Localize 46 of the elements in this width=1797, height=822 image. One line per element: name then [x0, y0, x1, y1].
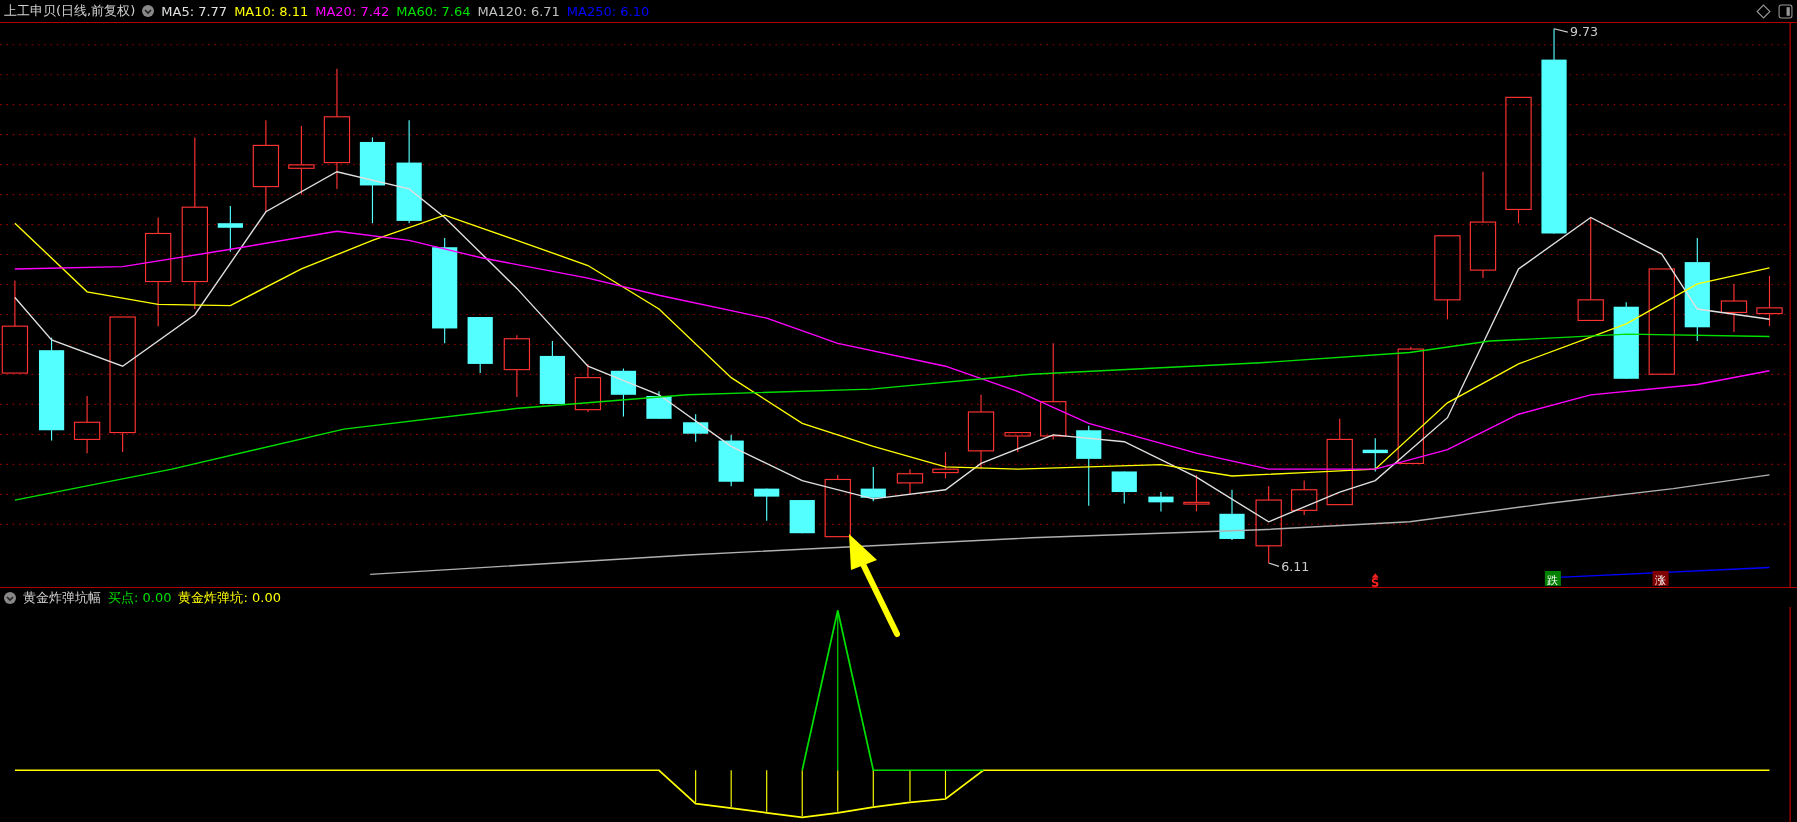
indicator-value: MA20: 7.42	[315, 3, 390, 19]
candlestick	[860, 466, 886, 502]
candlestick	[1004, 432, 1031, 453]
indicator-value: MA120: 6.71	[477, 3, 560, 19]
candlestick	[683, 413, 709, 443]
candlestick	[1291, 480, 1318, 516]
candlestick	[896, 468, 924, 495]
candlestick	[932, 451, 959, 479]
candlestick	[718, 434, 744, 487]
candlestick	[1148, 491, 1174, 513]
candlestick	[73, 395, 101, 454]
candlestick	[288, 125, 315, 196]
indicator-value: 买点: 0.00	[108, 588, 172, 607]
candlestick	[503, 334, 531, 398]
candlestick	[1111, 470, 1137, 505]
candlestick	[574, 363, 602, 413]
indicator-value: MA60: 7.64	[396, 3, 471, 19]
chart-title: 上工申贝(日线,前复权)	[4, 2, 136, 20]
panel-toggle-icon[interactable]	[1778, 3, 1793, 19]
candlestick	[646, 390, 672, 420]
candlestick	[1219, 489, 1245, 541]
leader-line	[1553, 28, 1569, 33]
indicator-value: 黄金炸弹坑: 0.00	[178, 588, 281, 607]
candlestick	[539, 340, 565, 405]
fall-signal-badge: 跌	[1544, 571, 1561, 587]
collapse-icon[interactable]	[142, 5, 155, 17]
candlestick	[610, 367, 637, 418]
diamond-icon[interactable]	[1756, 3, 1771, 19]
rise-signal-badge: 涨	[1652, 571, 1669, 587]
high-price-label: 9.73	[1570, 23, 1599, 39]
candlestick	[217, 205, 243, 253]
candlestick	[1756, 275, 1783, 327]
leader-line	[1268, 562, 1280, 567]
candlestick	[789, 499, 815, 534]
candlestick	[1720, 283, 1748, 333]
indicator-value: MA10: 8.11	[234, 3, 309, 19]
low-price-label: 6.11	[1281, 559, 1310, 574]
candlestick	[1362, 437, 1388, 473]
candlestick	[754, 488, 780, 522]
candlestick	[1183, 474, 1210, 513]
candlestick	[824, 474, 851, 538]
indicator-value: MA5: 7.77	[161, 3, 228, 19]
collapse-icon[interactable]	[4, 591, 16, 604]
indicator-value: MA250: 6.10	[566, 3, 650, 19]
candlestick	[467, 316, 493, 374]
indicator-title: 黄金炸弹坑幅	[23, 588, 101, 607]
